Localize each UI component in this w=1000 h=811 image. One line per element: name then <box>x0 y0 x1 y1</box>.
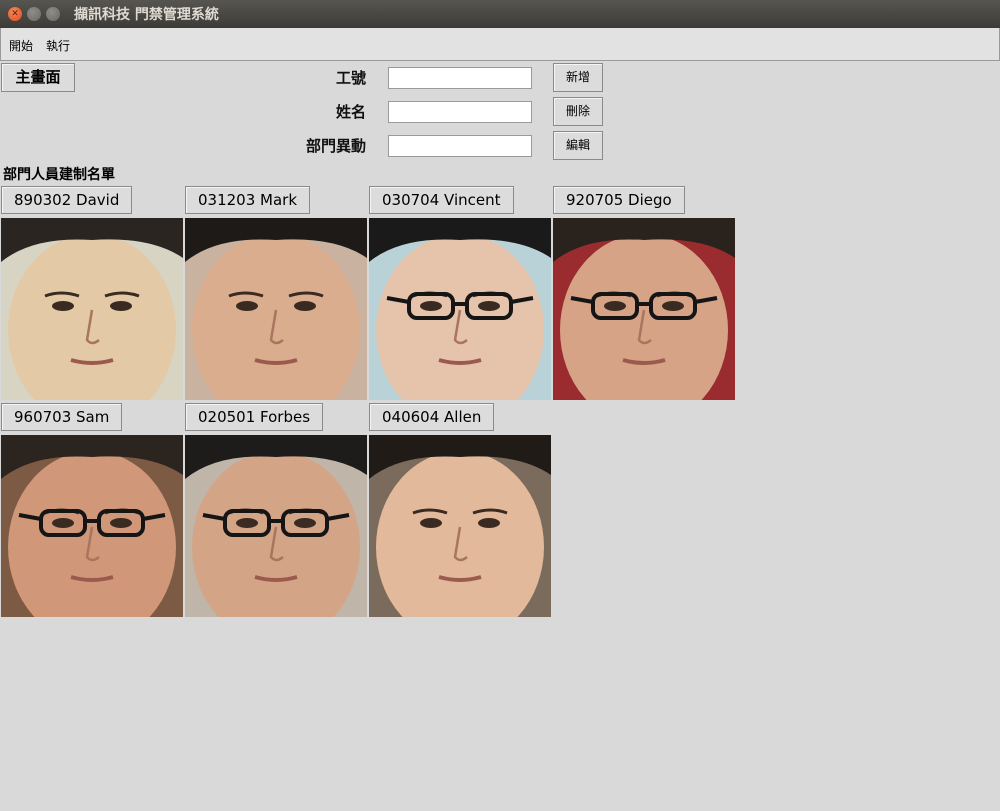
menu-run[interactable]: 執行 <box>46 37 70 54</box>
person-photo <box>185 218 367 400</box>
person-photo <box>1 218 183 400</box>
person-photo <box>369 435 551 617</box>
employee-id-input[interactable] <box>388 67 532 89</box>
name-input[interactable] <box>388 101 532 123</box>
person-button[interactable]: 040604 Allen <box>369 403 495 431</box>
delete-button[interactable]: 刪除 <box>553 97 603 126</box>
title-bar: ✕ 擷訊科技 門禁管理系統 <box>0 0 1000 28</box>
person-button[interactable]: 031203 Mark <box>185 186 311 214</box>
person-button[interactable]: 920705 Diego <box>553 186 685 214</box>
roster-heading: 部門人員建制名單 <box>3 167 115 183</box>
window-title: 擷訊科技 門禁管理系統 <box>74 7 219 23</box>
department-change-input[interactable] <box>388 135 532 157</box>
close-icon[interactable]: ✕ <box>8 7 22 21</box>
menu-bar: 開始 執行 <box>0 28 1000 61</box>
menu-start[interactable]: 開始 <box>9 37 33 54</box>
name-label: 姓名 <box>335 103 366 121</box>
edit-button[interactable]: 編輯 <box>553 131 603 160</box>
main-screen-button[interactable]: 主畫面 <box>1 63 75 92</box>
department-change-label: 部門異動 <box>305 137 366 155</box>
employee-id-label: 工號 <box>335 69 366 87</box>
minimize-icon[interactable] <box>27 7 41 21</box>
person-photo <box>1 435 183 617</box>
person-button[interactable]: 890302 David <box>1 186 133 214</box>
person-photo <box>369 218 551 400</box>
person-photo <box>185 435 367 617</box>
person-button[interactable]: 960703 Sam <box>1 403 123 431</box>
maximize-icon[interactable] <box>46 7 60 21</box>
add-button[interactable]: 新增 <box>553 63 603 92</box>
person-button[interactable]: 020501 Forbes <box>185 403 324 431</box>
person-photo <box>553 218 735 400</box>
person-button[interactable]: 030704 Vincent <box>369 186 514 214</box>
